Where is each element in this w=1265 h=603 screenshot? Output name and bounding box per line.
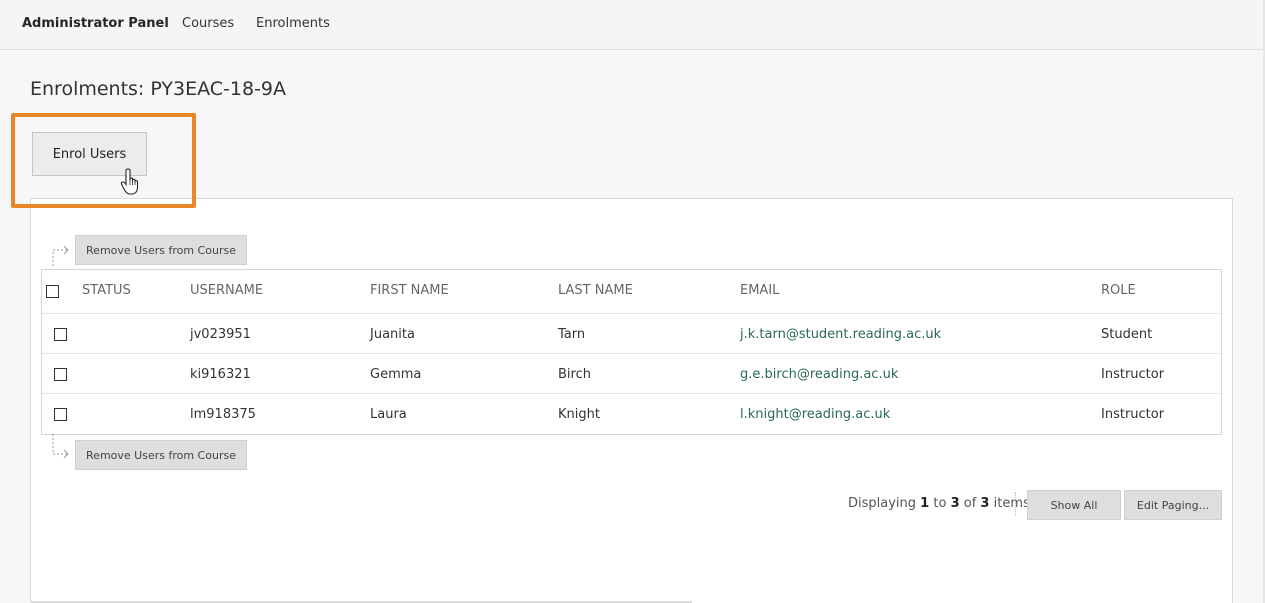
top-nav: Administrator Panel Courses Enrolments [0, 0, 1263, 50]
paging-from: 1 [920, 496, 930, 511]
paging-total: 3 [980, 496, 990, 511]
row-email-link[interactable]: l.knight@reading.ac.uk [740, 407, 890, 422]
row-username: ki916321 [190, 367, 251, 382]
table-row: lm918375 Laura Knight l.knight@reading.a… [42, 394, 1221, 434]
row-last-name: Tarn [558, 327, 586, 342]
table-row: ki916321 Gemma Birch g.e.birch@reading.a… [42, 354, 1221, 394]
paging-suffix: items [993, 496, 1030, 511]
row-role: Student [1101, 327, 1153, 342]
row-email-link[interactable]: g.e.birch@reading.ac.uk [740, 367, 898, 382]
admin-panel-brand[interactable]: Administrator Panel [22, 16, 169, 31]
remove-users-button-top[interactable]: Remove Users from Course [75, 235, 247, 265]
paging-divider [1015, 492, 1016, 516]
column-first-name[interactable]: FIRST NAME [370, 283, 449, 298]
row-last-name: Knight [558, 407, 600, 422]
row-first-name: Juanita [370, 327, 415, 342]
row-checkbox[interactable] [54, 368, 67, 381]
nav-link-courses[interactable]: Courses [182, 16, 234, 31]
row-username: lm918375 [190, 407, 256, 422]
paging-to: 3 [950, 496, 960, 511]
column-role[interactable]: ROLE [1101, 283, 1136, 298]
enrolments-table: STATUS USERNAME FIRST NAME LAST NAME EMA… [41, 269, 1222, 435]
enrol-users-button[interactable]: Enrol Users [32, 132, 147, 176]
nav-link-enrolments[interactable]: Enrolments [256, 16, 330, 31]
row-email-link[interactable]: j.k.tarn@student.reading.ac.uk [740, 327, 941, 342]
paging-summary: Displaying 1 to 3 of 3 items [848, 496, 1030, 511]
row-role: Instructor [1101, 407, 1165, 422]
row-last-name: Birch [558, 367, 591, 382]
remove-users-button-bottom[interactable]: Remove Users from Course [75, 440, 247, 470]
paging-of-word: of [963, 496, 977, 511]
table-header: STATUS USERNAME FIRST NAME LAST NAME EMA… [42, 270, 1221, 314]
show-all-button[interactable]: Show All [1027, 490, 1121, 520]
column-last-name[interactable]: LAST NAME [558, 283, 633, 298]
column-email[interactable]: EMAIL [740, 283, 779, 298]
paging-prefix: Displaying [848, 496, 917, 511]
row-first-name: Laura [370, 407, 407, 422]
select-all-checkbox[interactable] [46, 285, 59, 298]
table-row: jv023951 Juanita Tarn j.k.tarn@student.r… [42, 314, 1221, 354]
column-username[interactable]: USERNAME [190, 283, 263, 298]
column-status[interactable]: STATUS [82, 283, 131, 298]
row-role: Instructor [1101, 367, 1165, 382]
row-checkbox[interactable] [54, 328, 67, 341]
page-title: Enrolments: PY3EAC-18-9A [30, 78, 287, 100]
row-username: jv023951 [190, 327, 251, 342]
paging-to-word: to [933, 496, 947, 511]
row-first-name: Gemma [370, 367, 422, 382]
edit-paging-button[interactable]: Edit Paging... [1124, 490, 1222, 520]
row-checkbox[interactable] [54, 408, 67, 421]
